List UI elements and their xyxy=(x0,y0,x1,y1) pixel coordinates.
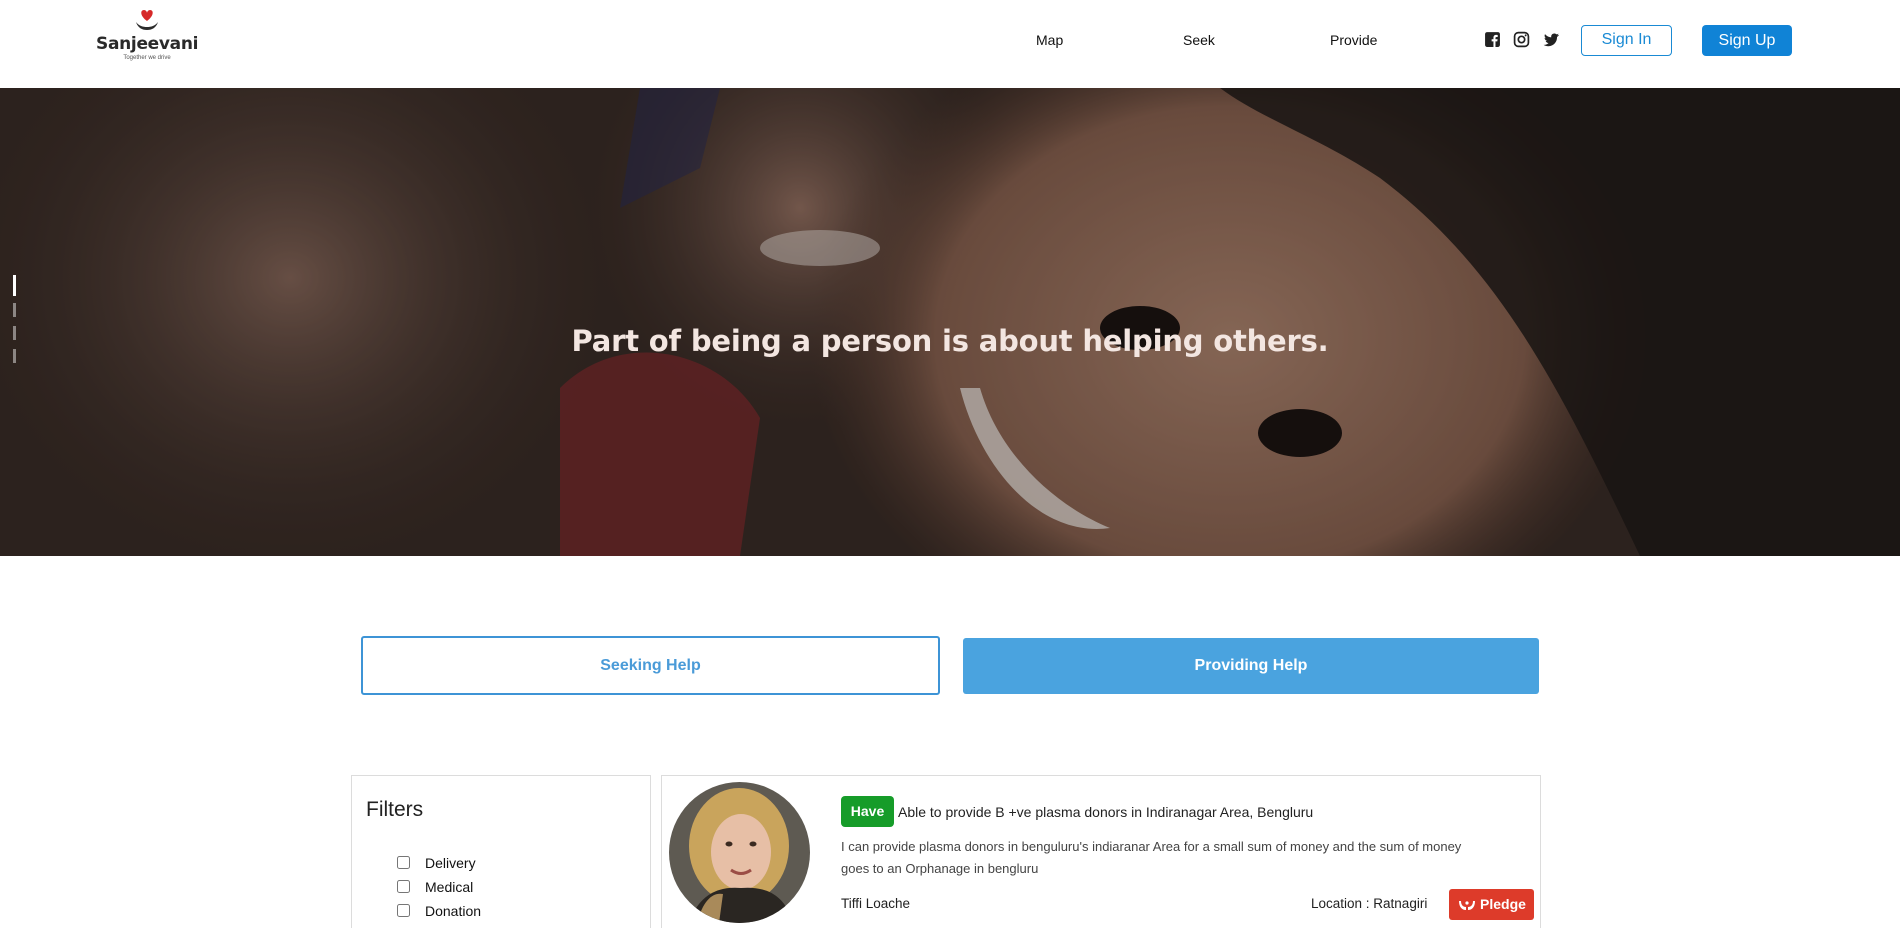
filters-panel: Filters Delivery Medical Donation xyxy=(351,775,651,928)
status-badge: Have xyxy=(841,796,894,827)
brand-tagline: Together we drive xyxy=(123,55,171,61)
user-photo xyxy=(669,782,810,923)
hero-overlay xyxy=(0,88,1900,556)
facebook-icon[interactable] xyxy=(1484,31,1501,48)
filters-title: Filters xyxy=(366,798,424,821)
filter-medical-label: Medical xyxy=(425,879,474,895)
twitter-icon[interactable] xyxy=(1543,31,1560,48)
nav-map[interactable]: Map xyxy=(1036,31,1063,49)
instagram-icon[interactable] xyxy=(1513,31,1530,48)
pledge-label: Pledge xyxy=(1480,896,1526,912)
brand-logo[interactable]: Sanjeevani Together we drive xyxy=(96,8,199,70)
site-header: Sanjeevani Together we drive Map Seek Pr… xyxy=(0,0,1900,88)
hero-carousel: Part of being a person is about helping … xyxy=(0,88,1900,556)
post-user-name[interactable]: Tiffi Loache xyxy=(841,896,910,911)
tab-providing-help[interactable]: Providing Help xyxy=(963,638,1539,694)
tab-seeking-help[interactable]: Seeking Help xyxy=(361,636,940,695)
nav-seek[interactable]: Seek xyxy=(1183,31,1215,49)
slide-indicator-4[interactable] xyxy=(13,349,16,363)
sign-in-button[interactable]: Sign In xyxy=(1581,25,1672,56)
post-description: I can provide plasma donors in benguluru… xyxy=(841,839,1462,876)
filter-donation-checkbox[interactable] xyxy=(397,904,410,917)
filter-donation-label: Donation xyxy=(425,903,482,919)
filter-medical-checkbox[interactable] xyxy=(397,880,410,893)
hero-quote: Part of being a person is about helping … xyxy=(571,324,1329,358)
brand-name: Sanjeevani xyxy=(96,34,199,54)
slide-indicator-1[interactable] xyxy=(13,275,16,296)
slide-indicator-2[interactable] xyxy=(13,303,16,317)
heart-hands-icon xyxy=(136,10,158,30)
filter-delivery-label: Delivery xyxy=(425,855,476,871)
avatar xyxy=(669,782,810,923)
filter-delivery-checkbox[interactable] xyxy=(397,856,410,869)
nav-provide[interactable]: Provide xyxy=(1330,31,1377,49)
post-location: Location : Ratnagiri xyxy=(1311,896,1428,911)
post-title[interactable]: Able to provide B +ve plasma donors in I… xyxy=(898,804,1313,820)
slide-indicator-3[interactable] xyxy=(13,326,16,340)
hands-icon xyxy=(1459,901,1475,910)
pledge-button[interactable]: Pledge xyxy=(1449,889,1534,920)
help-post-card[interactable]: Have Able to provide B +ve plasma donors… xyxy=(661,775,1541,928)
sign-up-button[interactable]: Sign Up xyxy=(1702,25,1792,56)
